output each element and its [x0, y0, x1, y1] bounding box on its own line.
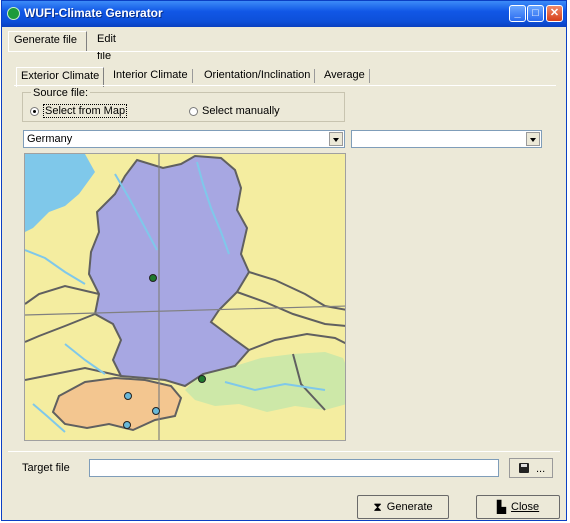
browse-target-button[interactable]: ...	[509, 458, 553, 478]
tab-label: Orientation/Inclination	[204, 69, 311, 81]
radio-label: Select manually	[202, 105, 280, 117]
location-select[interactable]	[351, 130, 542, 148]
chevron-down-icon[interactable]	[329, 132, 343, 146]
country-select[interactable]: Germany	[23, 130, 345, 148]
climate-map[interactable]	[24, 153, 346, 441]
app-window: WUFI-Climate Generator _ □ ✕ Generate fi…	[1, 0, 567, 521]
maximize-button[interactable]: □	[527, 5, 544, 22]
maximize-icon: □	[532, 7, 539, 19]
browse-label: ...	[536, 463, 546, 475]
source-file-group: Source file: Select from Map Select manu…	[22, 87, 345, 122]
app-icon	[7, 7, 20, 20]
tab-generate-file[interactable]: Generate file	[8, 31, 87, 52]
country-select-value: Germany	[27, 133, 73, 145]
tab-label: Interior Climate	[113, 69, 188, 81]
sub-tab-divider	[14, 85, 556, 86]
tab-exterior-climate[interactable]: Exterior Climate	[16, 67, 104, 87]
target-file-label: Target file	[22, 462, 70, 474]
radio-label: Select from Map	[43, 104, 128, 118]
tab-label: Average	[324, 69, 365, 81]
tab-average[interactable]: Average	[320, 67, 370, 85]
window-title: WUFI-Climate Generator	[24, 6, 163, 20]
target-file-input[interactable]	[89, 459, 499, 477]
close-icon: ✕	[549, 7, 560, 19]
close-window-button[interactable]: ✕	[546, 5, 563, 22]
tab-edit-file[interactable]: Edit file	[92, 31, 121, 62]
tab-label: Generate file	[14, 34, 77, 46]
minimize-icon: _	[514, 7, 521, 19]
door-icon: ▙	[496, 500, 507, 514]
close-button[interactable]: ▙ Close	[476, 495, 560, 519]
minimize-button[interactable]: _	[509, 5, 526, 22]
radio-dot[interactable]	[189, 106, 198, 116]
tab-interior-climate[interactable]: Interior Climate	[109, 67, 193, 85]
station-marker-swiss-3[interactable]	[123, 421, 131, 429]
tab-divider	[8, 51, 560, 52]
close-label: Close	[511, 501, 540, 513]
footer-divider	[8, 451, 560, 452]
station-marker-swiss-2[interactable]	[152, 407, 160, 415]
tab-label: Edit file	[97, 33, 116, 62]
generate-label: Generate	[386, 501, 433, 513]
radio-dot-selected[interactable]	[30, 106, 39, 116]
tab-label: Exterior Climate	[21, 70, 100, 82]
generate-button[interactable]: ⧗ Generate	[357, 495, 449, 519]
map-graphic[interactable]	[25, 154, 346, 441]
chevron-down-icon[interactable]	[526, 132, 540, 146]
title-bar[interactable]: WUFI-Climate Generator _ □ ✕	[2, 1, 566, 27]
station-marker-swiss-1[interactable]	[124, 392, 132, 400]
tab-orientation-inclination[interactable]: Orientation/Inclination	[200, 67, 316, 85]
station-marker-germany-south[interactable]	[198, 375, 206, 383]
station-marker-germany-north[interactable]	[149, 274, 157, 282]
radio-select-from-map[interactable]: Select from Map	[30, 104, 128, 118]
radio-select-manually[interactable]: Select manually	[189, 104, 280, 118]
hourglass-icon: ⧗	[373, 499, 382, 514]
disk-icon	[519, 463, 529, 473]
source-file-legend: Source file:	[31, 87, 91, 99]
